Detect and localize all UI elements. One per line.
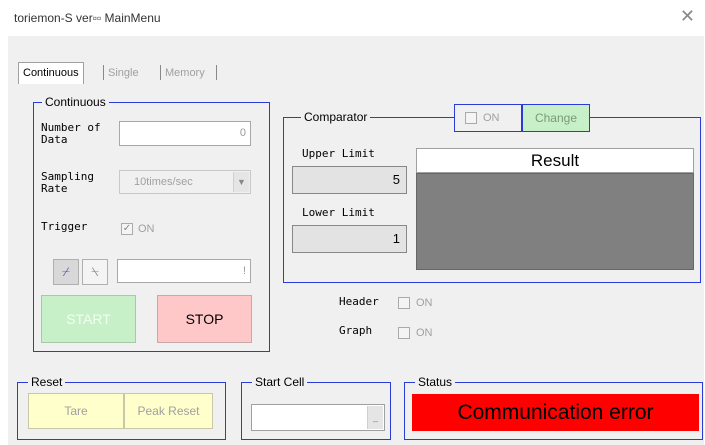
tab-single[interactable]: Single [108,63,139,85]
graph-on-label: ON [416,327,433,339]
sampling-rate-label: Sampling Rate [41,170,94,195]
header-checkbox[interactable] [398,297,410,309]
sampling-rate-select[interactable]: 10times/sec ▼ [119,170,251,194]
dropdown-button-icon[interactable]: _ [367,406,383,429]
tab-separator [103,65,104,80]
graph-checkbox[interactable] [398,327,410,339]
window-title: toriemon-S ver▫▫ MainMenu [14,11,161,25]
rising-edge-icon[interactable]: ⌿ [53,259,79,285]
comparator-change-button[interactable]: Change [522,104,590,132]
peak-reset-button[interactable]: Peak Reset [124,393,213,429]
upper-limit-field[interactable]: 5 [292,166,407,194]
header-on-label: ON [416,297,433,309]
comparator-on-checkbox[interactable] [465,112,477,124]
reset-group-label: Reset [28,375,66,389]
upper-limit-label: Upper Limit [302,147,375,160]
graph-label: Graph [339,324,373,337]
stop-button[interactable]: STOP [157,295,252,343]
trigger-label: Trigger [41,220,88,233]
trigger-checkbox[interactable]: ✓ [121,223,133,235]
trigger-on-label: ON [138,223,155,235]
comparator-group-label: Comparator [301,110,371,124]
title-bar: toriemon-S ver▫▫ MainMenu ✕ [0,0,705,36]
tab-separator [216,65,217,80]
start-cell-group-label: Start Cell [252,375,308,389]
tab-separator [160,65,161,80]
number-of-data-field[interactable]: 0 [119,121,251,146]
status-message: Communication error [412,394,699,431]
sampling-rate-value: 10times/sec [134,176,193,188]
falling-edge-icon[interactable]: ⍀ [82,259,108,285]
close-icon[interactable]: ✕ [680,6,695,27]
chevron-down-icon[interactable]: ▼ [233,172,249,192]
trigger-level-field[interactable]: ! [117,259,251,283]
tab-memory[interactable]: Memory [165,63,205,85]
result-header: Result [416,148,694,173]
lower-limit-field[interactable]: 1 [292,225,407,253]
lower-limit-label: Lower Limit [302,206,375,219]
header-label: Header [339,295,379,308]
start-cell-select[interactable]: _ [251,404,385,431]
number-of-data-label: Number of Data [41,121,101,146]
start-button[interactable]: START [41,295,136,343]
tab-continuous[interactable]: Continuous [18,62,84,85]
status-group-label: Status [415,375,456,389]
comparator-on-label: ON [483,112,500,124]
result-display [416,173,694,270]
continuous-group-label: Continuous [42,95,109,109]
tare-button[interactable]: Tare [28,393,124,429]
